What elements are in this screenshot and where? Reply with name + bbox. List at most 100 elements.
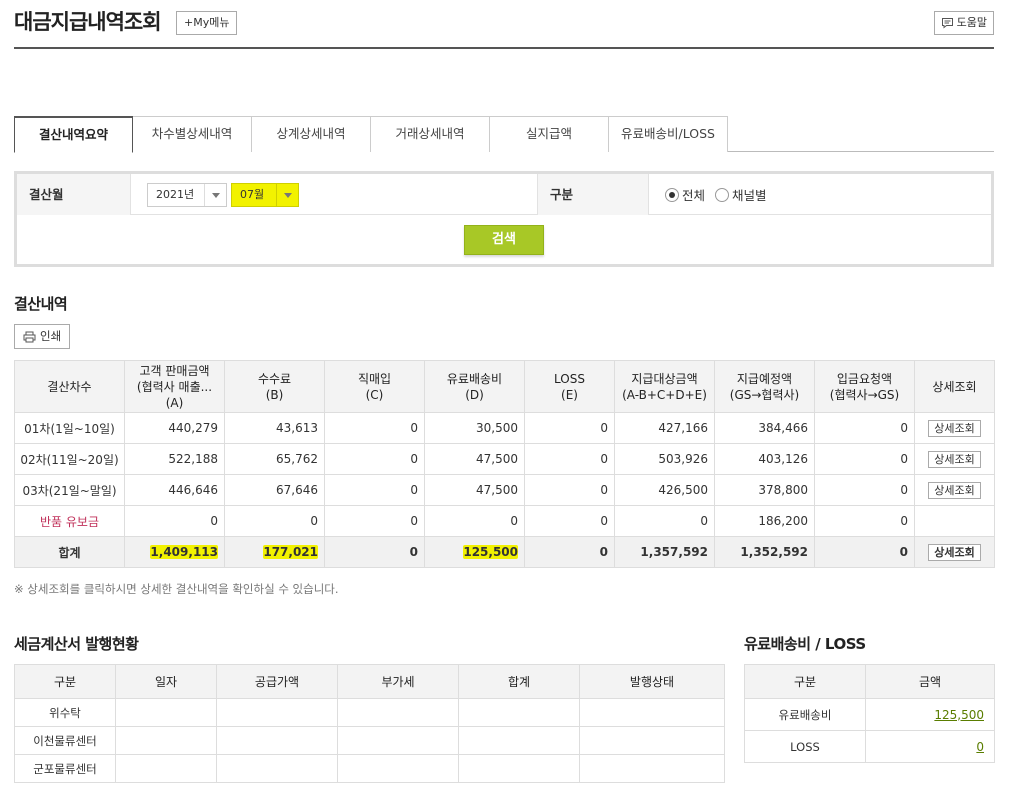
month-value: 07월 <box>240 188 265 201</box>
my-menu-label: My메뉴 <box>193 16 230 29</box>
tab-transaction-detail[interactable]: 거래상세내역 <box>371 116 490 152</box>
cell-detail: 상세조회 <box>914 412 995 444</box>
cell-sales: 0 <box>124 505 225 537</box>
tax-invoice-title: 세금계산서 발행현황 <box>14 635 139 653</box>
detail-button-total[interactable]: 상세조회 <box>928 543 981 561</box>
total-target: 1,357,592 <box>614 536 715 568</box>
radio-unchecked-icon <box>715 187 730 202</box>
cell-detail: 상세조회 <box>914 474 995 506</box>
total-loss: 0 <box>524 536 615 568</box>
radio-channel[interactable]: 채널별 <box>715 185 767 204</box>
cell-fee: 0 <box>224 505 325 537</box>
cell-detail: 상세조회 <box>914 536 995 568</box>
chevron-down-icon <box>204 184 226 206</box>
col-header-target-amount: 지급대상금액 (A-B+C+D+E) <box>614 360 715 413</box>
row-label: 03차(21일~말일) <box>14 474 125 506</box>
row-label: 02차(11일~20일) <box>14 443 125 475</box>
radio-all-label: 전체 <box>682 188 706 203</box>
radio-all[interactable]: 전체 <box>665 185 705 204</box>
tab-actual-payment[interactable]: 실지급액 <box>490 116 609 152</box>
print-button[interactable]: 인쇄 <box>14 324 71 349</box>
table-row: LOSS 0 <box>744 730 995 763</box>
help-button[interactable]: 도움말 <box>933 11 994 35</box>
tax-invoice-table: 구분 일자 공급가액 부가세 합계 발행상태 위수탁 이천물류센터 군포물류센터 <box>14 664 725 783</box>
table-row: 군포물류센터 <box>14 754 725 783</box>
cell-request: 0 <box>814 412 915 444</box>
delivery-loss-title: 유료배송비 / LOSS <box>744 635 866 653</box>
search-row: 결산월 2021년 07월 구분 전체 채널별 <box>17 174 991 215</box>
tab-offset-detail[interactable]: 상계상세내역 <box>252 116 371 152</box>
month-select[interactable]: 07월 <box>231 183 299 207</box>
radio-checked-icon <box>665 187 679 202</box>
my-menu-button[interactable]: +My메뉴 <box>176 11 238 35</box>
tab-paid-delivery-loss[interactable]: 유료배송비/LOSS <box>609 116 728 152</box>
cell-fee: 43,613 <box>224 412 325 444</box>
paid-delivery-amount-link[interactable]: 125,500 <box>934 708 984 722</box>
cell-direct: 0 <box>324 443 425 475</box>
cell-target: 503,926 <box>614 443 715 475</box>
col-header-supply-amount: 공급가액 <box>216 664 338 699</box>
table-row: 이천물류센터 <box>14 726 725 755</box>
row-label-return-reserve: 반품 유보금 <box>14 505 125 537</box>
search-button[interactable]: 검색 <box>464 225 544 255</box>
total-direct: 0 <box>324 536 425 568</box>
cell-target: 0 <box>614 505 715 537</box>
row-label: 군포물류센터 <box>14 754 116 783</box>
detail-note: ※ 상세조회를 클릭하시면 상세한 결산내역을 확인하실 수 있습니다. <box>14 582 339 596</box>
detail-button[interactable]: 상세조회 <box>928 481 981 499</box>
col-header-loss: LOSS (E) <box>524 360 615 413</box>
tab-bar: 결산내역요약 차수별상세내역 상계상세내역 거래상세내역 실지급액 유료배송비/… <box>14 116 994 153</box>
cell-fee: 67,646 <box>224 474 325 506</box>
total-request: 0 <box>814 536 915 568</box>
cell-delivery: 47,500 <box>424 443 525 475</box>
col-header-issue-status: 발행상태 <box>579 664 725 699</box>
tab-settlement-summary[interactable]: 결산내역요약 <box>14 116 133 153</box>
cell-detail <box>914 505 995 537</box>
col-header-type: 구분 <box>744 664 866 699</box>
help-label: 도움말 <box>956 16 987 29</box>
cell-loss: 0 <box>524 474 615 506</box>
cell-loss: 0 <box>524 412 615 444</box>
page-header: 대금지급내역조회 +My메뉴 도움말 <box>14 0 994 49</box>
total-payment: 1,352,592 <box>714 536 815 568</box>
table-row: 03차(21일~말일) 446,646 67,646 0 47,500 0 42… <box>14 474 995 506</box>
cell-loss: 0 <box>524 505 615 537</box>
col-header-scheduled-payment: 지급예정액 (GS→협력사) <box>714 360 815 413</box>
cell-delivery: 47,500 <box>424 474 525 506</box>
detail-button[interactable]: 상세조회 <box>928 450 981 468</box>
col-header-date: 일자 <box>115 664 217 699</box>
cell-delivery: 0 <box>424 505 525 537</box>
col-header-type: 구분 <box>14 664 116 699</box>
type-radio-group: 전체 채널별 <box>665 174 767 215</box>
settlement-table: 결산차수 고객 판매금액 (협력사 매출... (A) 수수료 (B) 직매입 (C) … <box>14 360 995 568</box>
table-row: 01차(1일~10일) 440,279 43,613 0 30,500 0 42… <box>14 412 995 444</box>
col-header-deposit-request: 입금요청액 (협력사→GS) <box>814 360 915 413</box>
chevron-down-icon <box>276 184 298 206</box>
year-value: 2021년 <box>156 188 195 201</box>
tab-round-detail[interactable]: 차수별상세내역 <box>133 116 252 152</box>
cell-payment: 403,126 <box>714 443 815 475</box>
table-row: 유료배송비 125,500 <box>744 698 995 731</box>
col-header-sum: 합계 <box>458 664 580 699</box>
year-select[interactable]: 2021년 <box>147 183 227 207</box>
detail-button[interactable]: 상세조회 <box>928 419 981 437</box>
total-row: 합계 1,409,113 177,021 0 125,500 0 1,357,5… <box>14 536 995 568</box>
col-header-direct-purchase: 직매입 (C) <box>324 360 425 413</box>
row-label: 이천물류센터 <box>14 726 116 755</box>
cell-sales: 522,188 <box>124 443 225 475</box>
cell-payment: 186,200 <box>714 505 815 537</box>
col-header-sales: 고객 판매금액 (협력사 매출... (A) <box>124 360 225 413</box>
table-row: 위수탁 <box>14 698 725 727</box>
table-row: 반품 유보금 0 0 0 0 0 0 186,200 0 <box>14 505 995 537</box>
cell-request: 0 <box>814 443 915 475</box>
settlement-month-label: 결산월 <box>17 174 131 215</box>
delivery-loss-table: 구분 금액 유료배송비 125,500 LOSS 0 <box>744 664 995 763</box>
cell-direct: 0 <box>324 412 425 444</box>
printer-icon <box>23 331 36 342</box>
loss-amount-link[interactable]: 0 <box>976 740 984 754</box>
col-header-paid-delivery: 유료배송비 (D) <box>424 360 525 413</box>
col-header-detail: 상세조회 <box>914 360 995 413</box>
total-fee: 177,021 <box>224 536 325 568</box>
col-header-fee: 수수료 (B) <box>224 360 325 413</box>
radio-channel-label: 채널별 <box>732 188 767 203</box>
